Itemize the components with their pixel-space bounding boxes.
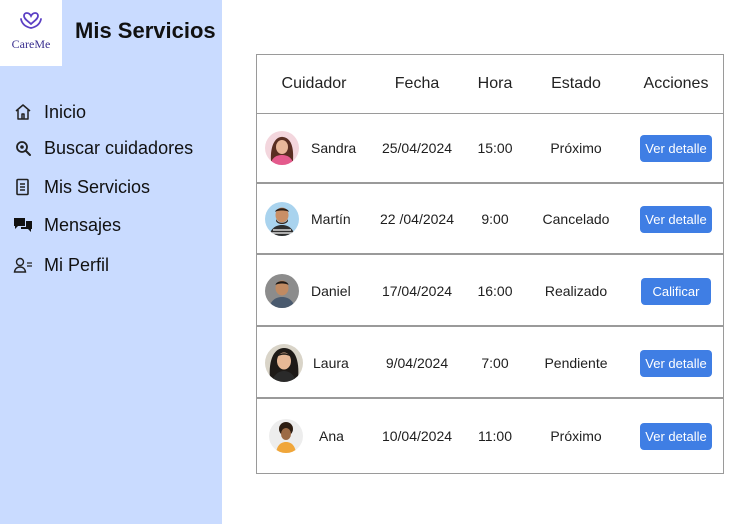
date-cell: 25/04/2024 (381, 140, 453, 156)
table-row: Daniel 17/04/2024 16:00 Realizado Califi… (257, 257, 723, 327)
view-detail-button[interactable]: Ver detalle (640, 134, 712, 162)
chat-icon (12, 215, 34, 235)
caregiver-name: Ana (319, 428, 344, 444)
sidebar-item-inicio[interactable]: Inicio (12, 100, 86, 124)
caregiver-cell: Sandra (257, 114, 367, 182)
avatar (265, 344, 303, 382)
view-detail-button[interactable]: Ver detalle (640, 349, 712, 377)
date-cell: 17/04/2024 (381, 283, 453, 299)
caregiver-cell: Daniel (257, 257, 367, 325)
sidebar-item-label: Buscar cuidadores (44, 137, 194, 158)
sidebar: CareMe Mis Servicios Inicio Buscar cuida… (0, 0, 222, 524)
date-cell: 10/04/2024 (381, 428, 453, 444)
home-icon (12, 102, 34, 122)
sidebar-item-label: Mis Servicios (44, 176, 151, 197)
avatar (265, 202, 299, 236)
avatar (265, 274, 299, 308)
status-cell: Realizado (544, 283, 608, 299)
caregiver-cell: Ana (257, 401, 367, 471)
document-icon (12, 177, 34, 197)
caregiver-cell: Martín (257, 185, 367, 253)
caregiver-cell: Laura (257, 329, 367, 397)
status-cell: Pendiente (544, 355, 608, 371)
caregiver-name: Laura (313, 355, 349, 371)
caregiver-name: Martín (311, 211, 351, 227)
actions-cell: Ver detalle (629, 114, 723, 182)
sidebar-item-label: Inicio (44, 101, 87, 122)
sidebar-item-label: Mensajes (44, 214, 122, 235)
caregiver-name: Daniel (311, 283, 351, 299)
actions-cell: Ver detalle (629, 329, 723, 397)
sidebar-item-mi-perfil[interactable]: Mi Perfil (12, 253, 109, 277)
column-header: Fecha (394, 75, 440, 92)
status-cell: Próximo (550, 140, 602, 156)
time-cell: 11:00 (478, 428, 512, 444)
column-header: Hora (477, 75, 513, 92)
date-cell: 9/04/2024 (385, 355, 449, 371)
column-header: Estado (551, 75, 601, 92)
page-title: Mis Servicios (75, 18, 216, 43)
actions-cell: Calificar (629, 257, 723, 325)
table-row: Martín 22 /04/2024 9:00 Cancelado Ver de… (257, 185, 723, 255)
time-cell: 7:00 (481, 355, 509, 371)
avatar (265, 131, 299, 165)
table-row: Sandra 25/04/2024 15:00 Próximo Ver deta… (257, 114, 723, 184)
table-row: Ana 10/04/2024 11:00 Próximo Ver detalle (257, 401, 723, 471)
search-icon (12, 138, 34, 158)
status-cell: Próximo (550, 428, 602, 444)
caregiver-name: Sandra (311, 140, 357, 156)
view-detail-button[interactable]: Ver detalle (640, 422, 712, 450)
time-cell: 9:00 (481, 211, 509, 227)
time-cell: 16:00 (477, 283, 513, 299)
logo-text: CareMe (11, 37, 51, 51)
rate-button[interactable]: Calificar (640, 277, 712, 305)
services-table: Cuidador Fecha Hora Estado Acciones Sand… (256, 54, 724, 474)
sidebar-item-mis-servicios[interactable]: Mis Servicios (12, 175, 150, 199)
time-cell: 15:00 (477, 140, 513, 156)
avatar (269, 419, 303, 453)
sidebar-item-label: Mi Perfil (44, 254, 110, 275)
sidebar-item-buscar-cuidadores[interactable]: Buscar cuidadores (12, 136, 193, 160)
column-header: Acciones (643, 75, 709, 92)
status-cell: Cancelado (542, 211, 610, 227)
column-header: Cuidador (281, 75, 347, 92)
profile-icon (12, 255, 34, 275)
date-cell: 22 /04/2024 (380, 211, 454, 227)
heart-hands-icon (20, 12, 42, 29)
table-header: Cuidador Fecha Hora Estado Acciones (257, 55, 723, 114)
brand-logo[interactable]: CareMe (0, 0, 62, 66)
actions-cell: Ver detalle (629, 401, 723, 471)
table-row: Laura 9/04/2024 7:00 Pendiente Ver detal… (257, 329, 723, 399)
sidebar-item-mensajes[interactable]: Mensajes (12, 213, 121, 237)
view-detail-button[interactable]: Ver detalle (640, 205, 712, 233)
actions-cell: Ver detalle (629, 185, 723, 253)
